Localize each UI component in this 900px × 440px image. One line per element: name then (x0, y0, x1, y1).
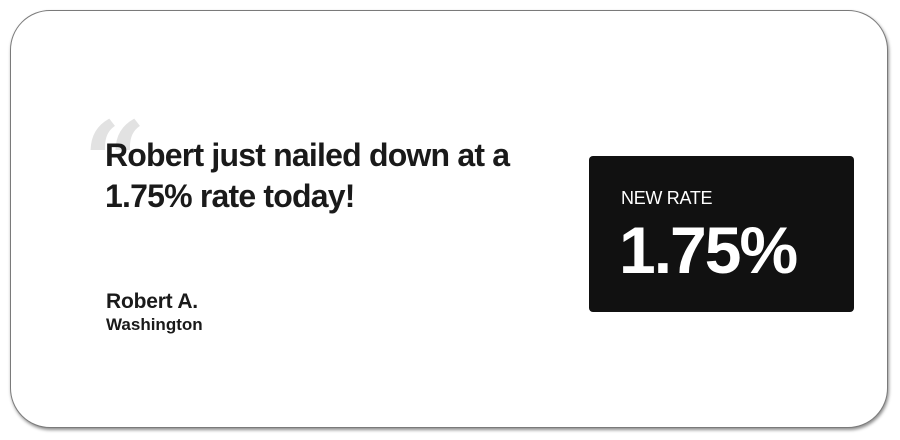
testimonial-quote: Robert just nailed down at a 1.75% rate … (105, 137, 510, 214)
author-name: Robert A. (106, 290, 198, 313)
rate-value: 1.75% (619, 213, 798, 287)
rate-label: NEW RATE (621, 188, 713, 208)
rate-box: NEW RATE 1.75% (589, 156, 854, 312)
author-location: Washington (106, 315, 203, 334)
testimonial-card: “ Robert just nailed down at a 1.75% rat… (10, 10, 888, 428)
